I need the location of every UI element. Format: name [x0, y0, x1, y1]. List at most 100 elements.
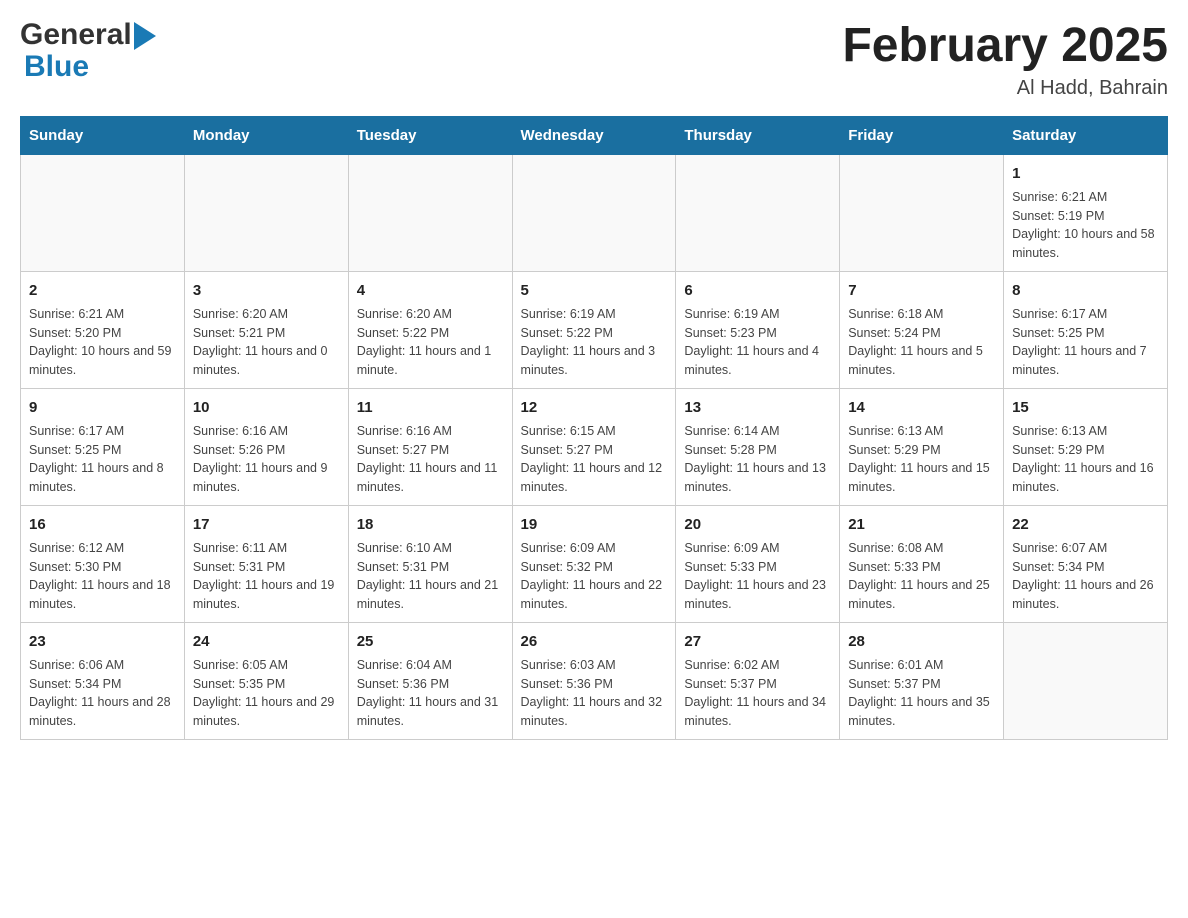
- day-number: 6: [684, 280, 831, 301]
- day-number: 11: [357, 397, 504, 418]
- day-number: 8: [1012, 280, 1159, 301]
- logo-blue-text: Blue: [20, 50, 89, 83]
- day-info: Sunrise: 6:19 AM Sunset: 5:22 PM Dayligh…: [521, 305, 668, 380]
- day-cell: [676, 154, 840, 271]
- logo: General Blue: [20, 20, 156, 84]
- day-info: Sunrise: 6:04 AM Sunset: 5:36 PM Dayligh…: [357, 656, 504, 731]
- day-number: 2: [29, 280, 176, 301]
- day-number: 20: [684, 514, 831, 535]
- day-info: Sunrise: 6:06 AM Sunset: 5:34 PM Dayligh…: [29, 656, 176, 731]
- day-cell: [1004, 622, 1168, 739]
- day-info: Sunrise: 6:18 AM Sunset: 5:24 PM Dayligh…: [848, 305, 995, 380]
- day-number: 26: [521, 631, 668, 652]
- title-area: February 2025 Al Hadd, Bahrain: [842, 20, 1168, 100]
- day-cell: 21 Sunrise: 6:08 AM Sunset: 5:33 PM Dayli…: [840, 505, 1004, 622]
- day-number: 10: [193, 397, 340, 418]
- header-wednesday: Wednesday: [512, 116, 676, 154]
- week-row-2: 2 Sunrise: 6:21 AM Sunset: 5:20 PM Daylig…: [21, 271, 1168, 388]
- day-cell: 17 Sunrise: 6:11 AM Sunset: 5:31 PM Dayli…: [184, 505, 348, 622]
- day-cell: 23 Sunrise: 6:06 AM Sunset: 5:34 PM Dayli…: [21, 622, 185, 739]
- day-number: 23: [29, 631, 176, 652]
- day-number: 3: [193, 280, 340, 301]
- day-cell: 7 Sunrise: 6:18 AM Sunset: 5:24 PM Daylig…: [840, 271, 1004, 388]
- day-number: 19: [521, 514, 668, 535]
- day-info: Sunrise: 6:21 AM Sunset: 5:20 PM Dayligh…: [29, 305, 176, 380]
- day-info: Sunrise: 6:01 AM Sunset: 5:37 PM Dayligh…: [848, 656, 995, 731]
- header-row: SundayMondayTuesdayWednesdayThursdayFrid…: [21, 116, 1168, 154]
- day-info: Sunrise: 6:16 AM Sunset: 5:27 PM Dayligh…: [357, 422, 504, 497]
- day-info: Sunrise: 6:14 AM Sunset: 5:28 PM Dayligh…: [684, 422, 831, 497]
- day-number: 7: [848, 280, 995, 301]
- day-info: Sunrise: 6:13 AM Sunset: 5:29 PM Dayligh…: [848, 422, 995, 497]
- calendar-table: SundayMondayTuesdayWednesdayThursdayFrid…: [20, 116, 1168, 740]
- day-cell: 6 Sunrise: 6:19 AM Sunset: 5:23 PM Daylig…: [676, 271, 840, 388]
- day-info: Sunrise: 6:05 AM Sunset: 5:35 PM Dayligh…: [193, 656, 340, 731]
- day-cell: 12 Sunrise: 6:15 AM Sunset: 5:27 PM Dayli…: [512, 388, 676, 505]
- day-cell: 13 Sunrise: 6:14 AM Sunset: 5:28 PM Dayli…: [676, 388, 840, 505]
- day-number: 15: [1012, 397, 1159, 418]
- day-cell: 27 Sunrise: 6:02 AM Sunset: 5:37 PM Dayli…: [676, 622, 840, 739]
- header-friday: Friday: [840, 116, 1004, 154]
- day-info: Sunrise: 6:10 AM Sunset: 5:31 PM Dayligh…: [357, 539, 504, 614]
- day-number: 1: [1012, 163, 1159, 184]
- day-cell: 26 Sunrise: 6:03 AM Sunset: 5:36 PM Dayli…: [512, 622, 676, 739]
- day-cell: 28 Sunrise: 6:01 AM Sunset: 5:37 PM Dayli…: [840, 622, 1004, 739]
- day-cell: 18Sunrise: 6:10 AM Sunset: 5:31 PM Dayli…: [348, 505, 512, 622]
- day-info: Sunrise: 6:09 AM Sunset: 5:33 PM Dayligh…: [684, 539, 831, 614]
- day-info: Sunrise: 6:11 AM Sunset: 5:31 PM Dayligh…: [193, 539, 340, 614]
- logo-general-text: General: [20, 20, 132, 50]
- day-info: Sunrise: 6:13 AM Sunset: 5:29 PM Dayligh…: [1012, 422, 1159, 497]
- day-cell: 25 Sunrise: 6:04 AM Sunset: 5:36 PM Dayli…: [348, 622, 512, 739]
- day-number: 24: [193, 631, 340, 652]
- week-row-4: 16Sunrise: 6:12 AM Sunset: 5:30 PM Dayli…: [21, 505, 1168, 622]
- day-info: Sunrise: 6:20 AM Sunset: 5:21 PM Dayligh…: [193, 305, 340, 380]
- calendar-title: February 2025: [842, 20, 1168, 73]
- day-cell: 19Sunrise: 6:09 AM Sunset: 5:32 PM Dayli…: [512, 505, 676, 622]
- day-number: 27: [684, 631, 831, 652]
- day-info: Sunrise: 6:19 AM Sunset: 5:23 PM Dayligh…: [684, 305, 831, 380]
- page-header: General Blue February 2025 Al Hadd, Bahr…: [20, 20, 1168, 100]
- day-cell: 10 Sunrise: 6:16 AM Sunset: 5:26 PM Dayli…: [184, 388, 348, 505]
- day-number: 12: [521, 397, 668, 418]
- day-number: 4: [357, 280, 504, 301]
- day-number: 28: [848, 631, 995, 652]
- header-sunday: Sunday: [21, 116, 185, 154]
- day-info: Sunrise: 6:15 AM Sunset: 5:27 PM Dayligh…: [521, 422, 668, 497]
- week-row-5: 23 Sunrise: 6:06 AM Sunset: 5:34 PM Dayli…: [21, 622, 1168, 739]
- header-tuesday: Tuesday: [348, 116, 512, 154]
- day-cell: 22Sunrise: 6:07 AM Sunset: 5:34 PM Dayli…: [1004, 505, 1168, 622]
- day-cell: [21, 154, 185, 271]
- location-text: Al Hadd, Bahrain: [842, 77, 1168, 100]
- day-cell: 9 Sunrise: 6:17 AM Sunset: 5:25 PM Daylig…: [21, 388, 185, 505]
- day-cell: 1Sunrise: 6:21 AM Sunset: 5:19 PM Daylig…: [1004, 154, 1168, 271]
- day-cell: [348, 154, 512, 271]
- day-info: Sunrise: 6:03 AM Sunset: 5:36 PM Dayligh…: [521, 656, 668, 731]
- day-cell: 15 Sunrise: 6:13 AM Sunset: 5:29 PM Dayli…: [1004, 388, 1168, 505]
- day-cell: [184, 154, 348, 271]
- day-cell: 2 Sunrise: 6:21 AM Sunset: 5:20 PM Daylig…: [21, 271, 185, 388]
- day-info: Sunrise: 6:08 AM Sunset: 5:33 PM Dayligh…: [848, 539, 995, 614]
- header-saturday: Saturday: [1004, 116, 1168, 154]
- week-row-1: 1Sunrise: 6:21 AM Sunset: 5:19 PM Daylig…: [21, 154, 1168, 271]
- day-number: 17: [193, 514, 340, 535]
- day-cell: [840, 154, 1004, 271]
- day-cell: 24 Sunrise: 6:05 AM Sunset: 5:35 PM Dayli…: [184, 622, 348, 739]
- day-number: 14: [848, 397, 995, 418]
- day-info: Sunrise: 6:17 AM Sunset: 5:25 PM Dayligh…: [29, 422, 176, 497]
- day-info: Sunrise: 6:02 AM Sunset: 5:37 PM Dayligh…: [684, 656, 831, 731]
- day-cell: 20 Sunrise: 6:09 AM Sunset: 5:33 PM Dayli…: [676, 505, 840, 622]
- day-cell: 4 Sunrise: 6:20 AM Sunset: 5:22 PM Daylig…: [348, 271, 512, 388]
- day-number: 16: [29, 514, 176, 535]
- day-cell: 16Sunrise: 6:12 AM Sunset: 5:30 PM Dayli…: [21, 505, 185, 622]
- day-cell: [512, 154, 676, 271]
- day-info: Sunrise: 6:17 AM Sunset: 5:25 PM Dayligh…: [1012, 305, 1159, 380]
- day-info: Sunrise: 6:16 AM Sunset: 5:26 PM Dayligh…: [193, 422, 340, 497]
- week-row-3: 9 Sunrise: 6:17 AM Sunset: 5:25 PM Daylig…: [21, 388, 1168, 505]
- day-number: 22: [1012, 514, 1159, 535]
- day-number: 25: [357, 631, 504, 652]
- day-info: Sunrise: 6:20 AM Sunset: 5:22 PM Dayligh…: [357, 305, 504, 380]
- day-number: 9: [29, 397, 176, 418]
- day-number: 21: [848, 514, 995, 535]
- day-cell: 5Sunrise: 6:19 AM Sunset: 5:22 PM Daylig…: [512, 271, 676, 388]
- day-number: 13: [684, 397, 831, 418]
